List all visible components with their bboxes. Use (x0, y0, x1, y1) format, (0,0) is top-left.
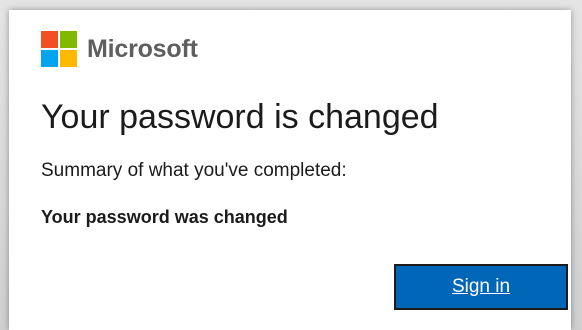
screen-background: Microsoft Your password is changed Summa… (0, 0, 582, 330)
microsoft-logo-icon (41, 31, 77, 67)
summary-label: Summary of what you've completed: (41, 160, 347, 181)
result-text: Your password was changed (41, 207, 288, 227)
brand-header: Microsoft (41, 31, 198, 67)
logo-yellow-square (60, 50, 77, 67)
sign-in-button[interactable]: Sign in (394, 264, 568, 310)
logo-red-square (41, 31, 58, 48)
brand-name: Microsoft (87, 34, 198, 63)
page-title: Your password is changed (41, 98, 439, 136)
logo-green-square (60, 31, 77, 48)
logo-blue-square (41, 50, 58, 67)
dialog-card: Microsoft Your password is changed Summa… (9, 10, 571, 330)
